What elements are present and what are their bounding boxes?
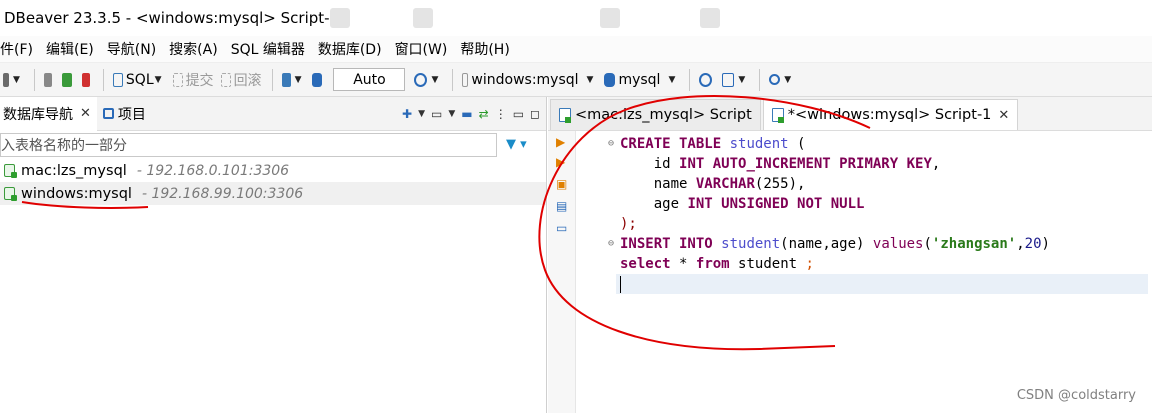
transaction-mode-field[interactable]: Auto <box>333 68 406 91</box>
text-cursor <box>620 275 621 293</box>
tab-mac-script[interactable]: <mac:lzs_mysql> Script <box>550 99 761 130</box>
active-connection-selector[interactable]: windows:mysql ▼ <box>459 68 597 92</box>
close-icon[interactable]: ✕ <box>998 108 1009 123</box>
terminal-icon[interactable]: ▭ <box>556 221 567 235</box>
load-script-icon[interactable]: ▤ <box>556 199 567 213</box>
toolbar-separator <box>452 68 454 91</box>
menu-help[interactable]: 帮助(H) <box>460 39 509 59</box>
transaction-mode-icon[interactable]: ▼ <box>279 68 306 92</box>
code-line: id INT AUTO_INCREMENT PRIMARY KEY, <box>653 156 941 172</box>
execute-script-icon[interactable]: ▶ <box>556 155 565 169</box>
fold-icon[interactable]: ⊖ <box>608 234 614 254</box>
code-line: age INT UNSIGNED NOT NULL <box>653 196 865 212</box>
toolbar-icon[interactable] <box>600 8 620 28</box>
project-icon <box>102 108 114 119</box>
fold-icon[interactable]: ⊖ <box>608 134 614 154</box>
filter-icon[interactable]: ▼ ▾ <box>506 137 527 152</box>
sql-editor-button[interactable]: SQL ▼ <box>110 68 166 92</box>
menu-database[interactable]: 数据库(D) <box>318 39 382 59</box>
main-toolbar: ▼ SQL ▼ 提交 回滚 ▼ Auto ▼ windows:mysql ▼ mys… <box>0 63 1152 97</box>
execute-statement-icon[interactable]: ▶ <box>556 135 565 149</box>
disconnect-icon[interactable] <box>79 68 93 92</box>
connect-icon[interactable] <box>41 68 55 92</box>
title-bar: DBeaver 23.3.5 - <windows:mysql> Script-… <box>0 0 1152 36</box>
watermark: CSDN @coldstarry <box>1016 388 1136 403</box>
dashboard-icon[interactable] <box>696 68 715 92</box>
toolbar-separator <box>271 68 273 91</box>
rollback-button[interactable]: 回滚 <box>218 68 262 92</box>
er-diagram-icon[interactable]: ▼ <box>719 68 749 92</box>
tab-projects[interactable]: 项目 <box>97 97 152 131</box>
table-filter-input[interactable]: 入表格名称的一部分 <box>0 133 497 157</box>
chevron-down-icon[interactable]: ▼ <box>448 109 455 119</box>
sql-script-icon <box>559 108 571 123</box>
commit-button[interactable]: 提交 <box>170 68 214 92</box>
window-title: DBeaver 23.3.5 - <windows:mysql> Script-… <box>4 9 340 27</box>
view-menu-icon[interactable]: ⋮ <box>495 107 507 121</box>
database-icon <box>4 187 17 201</box>
navigator-filter: 入表格名称的一部分 ▼ ▾ <box>0 131 546 159</box>
menu-bar: 件(F) 编辑(E) 导航(N) 搜索(A) SQL 编辑器 数据库(D) 窗口… <box>0 36 1152 63</box>
code-line: ); <box>620 216 637 232</box>
explain-plan-icon[interactable]: ▣ <box>556 177 567 191</box>
current-line[interactable] <box>616 274 1148 294</box>
active-schema-selector[interactable]: mysql ▼ <box>601 68 679 92</box>
save-icon[interactable] <box>413 8 433 28</box>
lock-icon[interactable] <box>309 68 325 92</box>
undo-icon[interactable] <box>330 8 350 28</box>
maximize-icon[interactable]: ◻ <box>530 107 540 121</box>
menu-edit[interactable]: 编辑(E) <box>46 39 94 59</box>
editor-ruler: ▶ ▶ ▣ ▤ ▭ <box>548 131 576 413</box>
code-line: ⊖ CREATE TABLE student ( <box>608 136 806 152</box>
code-editor[interactable]: ▶ ▶ ▣ ▤ ▭ ⊖ CREATE TABLE student ( id INT… <box>548 131 1152 413</box>
toolbar-separator <box>33 68 35 91</box>
link-with-editor-icon[interactable]: ⇄ <box>479 107 489 121</box>
menu-sql-editor[interactable]: SQL 编辑器 <box>231 39 305 59</box>
new-folder-icon[interactable]: ▭ <box>431 107 442 121</box>
toolbar-separator <box>102 68 104 91</box>
connection-node-mac[interactable]: mac:lzs_mysql - 192.168.0.101:3306 <box>0 159 546 182</box>
tab-windows-script-1[interactable]: *<windows:mysql> Script-1 ✕ <box>762 99 1019 130</box>
editor-tabs: <mac:lzs_mysql> Script *<windows:mysql> … <box>548 97 1152 131</box>
close-icon[interactable]: ✕ <box>80 106 91 121</box>
chevron-down-icon[interactable]: ▼ <box>418 109 425 119</box>
sql-editor-panel: <mac:lzs_mysql> Script *<windows:mysql> … <box>548 97 1152 413</box>
toolbar-icon[interactable] <box>700 8 720 28</box>
toolbar-separator <box>689 68 691 91</box>
sql-code: ⊖ CREATE TABLE student ( id INT AUTO_INCR… <box>608 134 1148 294</box>
code-line: ⊖ INSERT INTO student(name,age) values('z… <box>608 236 1050 252</box>
history-icon[interactable]: ▼ <box>411 68 442 92</box>
collapse-all-icon[interactable]: ▬ <box>461 107 472 121</box>
connection-node-windows[interactable]: windows:mysql - 192.168.99.100:3306 <box>0 182 546 205</box>
tab-database-navigator[interactable]: 数据库导航 ✕ <box>0 96 97 131</box>
navigator-tabs: 数据库导航 ✕ 项目 ✚ ▼ ▭ ▼ ▬ ⇄ ⋮ ▭ ◻ <box>0 96 546 131</box>
reconnect-icon[interactable] <box>59 68 75 92</box>
code-line: select * from student ; <box>620 256 814 272</box>
menu-window[interactable]: 窗口(W) <box>395 39 448 59</box>
code-line: name VARCHAR(255), <box>653 176 806 192</box>
menu-navigate[interactable]: 导航(N) <box>107 39 156 59</box>
toolbar-separator <box>759 68 761 91</box>
menu-file[interactable]: 件(F) <box>0 39 33 59</box>
navigator-toolbar: ✚ ▼ ▭ ▼ ▬ ⇄ ⋮ ▭ ◻ <box>402 97 540 131</box>
new-connection-icon[interactable]: ▼ <box>0 68 24 92</box>
menu-search[interactable]: 搜索(A) <box>169 39 218 59</box>
new-connection-icon[interactable]: ✚ <box>402 107 412 121</box>
minimize-icon[interactable]: ▭ <box>513 107 524 121</box>
sql-script-icon <box>771 108 784 123</box>
search-icon[interactable]: ▼ <box>766 68 795 92</box>
database-navigator-panel: 数据库导航 ✕ 项目 ✚ ▼ ▭ ▼ ▬ ⇄ ⋮ ▭ ◻ 入表格名称的一部分 ▼… <box>0 96 547 413</box>
database-icon <box>4 164 17 178</box>
